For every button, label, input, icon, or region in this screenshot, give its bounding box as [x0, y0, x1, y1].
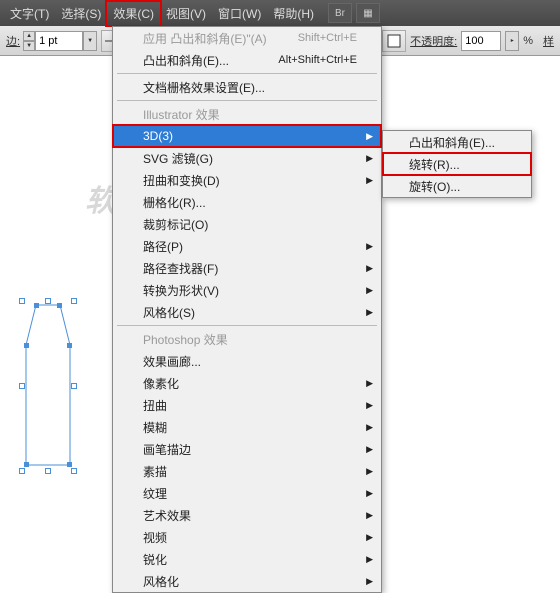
chevron-right-icon: ▶ — [366, 510, 373, 521]
layout-button[interactable]: ▦ — [356, 3, 380, 23]
chevron-right-icon: ▶ — [366, 466, 373, 477]
menu-effect[interactable]: 效果(C) — [105, 0, 162, 27]
menu-separator — [117, 100, 377, 101]
effect-menu: 应用 凸出和斜角(E)"(A) Shift+Ctrl+E 凸出和斜角(E)...… — [112, 26, 382, 593]
chevron-right-icon: ▶ — [366, 400, 373, 411]
menu-pixelate[interactable]: 像素化▶ — [113, 372, 381, 394]
menu-sharpen[interactable]: 锐化▶ — [113, 548, 381, 570]
chevron-right-icon: ▶ — [366, 576, 373, 587]
menu-distort[interactable]: 扭曲和变换(D)▶ — [113, 169, 381, 191]
menu-text[interactable]: 文字(T) — [4, 2, 55, 25]
menubar: 文字(T) 选择(S) 效果(C) 视图(V) 窗口(W) 帮助(H) Br ▦ — [0, 0, 560, 26]
more-label[interactable]: 样 — [543, 33, 554, 49]
3d-submenu: 凸出和斜角(E)... 绕转(R)... 旋转(O)... — [382, 130, 532, 198]
chevron-right-icon: ▶ — [366, 554, 373, 565]
chevron-right-icon: ▶ — [366, 307, 373, 318]
menu-rasterize[interactable]: 栅格化(R)... — [113, 191, 381, 213]
selected-shape[interactable] — [22, 301, 74, 471]
menu-blur[interactable]: 模糊▶ — [113, 416, 381, 438]
chevron-right-icon: ▶ — [366, 422, 373, 433]
square-icon — [387, 34, 401, 48]
menu-window[interactable]: 窗口(W) — [212, 2, 267, 25]
menu-distort-ps[interactable]: 扭曲▶ — [113, 394, 381, 416]
menu-separator — [117, 73, 377, 74]
section-illustrator: Illustrator 效果 — [113, 103, 381, 125]
stroke-input[interactable] — [35, 31, 83, 51]
chevron-right-icon: ▶ — [366, 285, 373, 296]
menubar-right: Br ▦ — [328, 3, 380, 23]
chevron-right-icon: ▶ — [366, 532, 373, 543]
menu-stylize-ai[interactable]: 风格化(S)▶ — [113, 301, 381, 323]
menu-video[interactable]: 视频▶ — [113, 526, 381, 548]
down-arrow-icon[interactable]: ▼ — [23, 41, 35, 51]
menu-svg-filter[interactable]: SVG 滤镜(G)▶ — [113, 147, 381, 169]
chevron-right-icon: ▶ — [366, 263, 373, 274]
up-arrow-icon[interactable]: ▲ — [23, 31, 35, 41]
menu-stylize-ps[interactable]: 风格化▶ — [113, 570, 381, 592]
chevron-right-icon: ▶ — [366, 175, 373, 186]
menu-view[interactable]: 视图(V) — [160, 2, 212, 25]
submenu-rotate[interactable]: 旋转(O)... — [383, 175, 531, 197]
menu-raster-settings[interactable]: 文档栅格效果设置(E)... — [113, 76, 381, 98]
menu-apply: 应用 凸出和斜角(E)"(A) Shift+Ctrl+E — [113, 27, 381, 49]
bridge-button[interactable]: Br — [328, 3, 352, 23]
stroke-combo[interactable]: ▲▼ ▼ — [24, 31, 97, 51]
percent-label: % — [523, 35, 533, 47]
stroke-label: 边: — [6, 33, 20, 49]
opacity-input[interactable] — [461, 31, 501, 51]
menu-select[interactable]: 选择(S) — [55, 2, 107, 25]
opacity-dropdown-icon[interactable]: ▸ — [505, 31, 519, 51]
section-photoshop: Photoshop 效果 — [113, 328, 381, 350]
menu-gallery[interactable]: 效果画廊... — [113, 350, 381, 372]
chevron-right-icon: ▶ — [366, 153, 373, 164]
chevron-right-icon: ▶ — [366, 241, 373, 252]
menu-path[interactable]: 路径(P)▶ — [113, 235, 381, 257]
menu-pathfinder[interactable]: 路径查找器(F)▶ — [113, 257, 381, 279]
menu-artistic[interactable]: 艺术效果▶ — [113, 504, 381, 526]
chevron-right-icon: ▶ — [366, 444, 373, 455]
menu-convert-shape[interactable]: 转换为形状(V)▶ — [113, 279, 381, 301]
chevron-right-icon: ▶ — [366, 488, 373, 499]
menu-cropmarks[interactable]: 裁剪标记(O) — [113, 213, 381, 235]
chevron-right-icon: ▶ — [366, 131, 373, 142]
dropdown-arrow-icon[interactable]: ▼ — [83, 31, 97, 51]
opacity-label: 不透明度: — [410, 33, 457, 49]
submenu-revolve[interactable]: 绕转(R)... — [383, 153, 531, 175]
menu-3d[interactable]: 3D(3)▶ — [113, 125, 381, 147]
menu-last-effect[interactable]: 凸出和斜角(E)... Alt+Shift+Ctrl+E — [113, 49, 381, 71]
menu-help[interactable]: 帮助(H) — [267, 2, 320, 25]
menu-sketch[interactable]: 素描▶ — [113, 460, 381, 482]
menu-brushstrokes[interactable]: 画笔描边▶ — [113, 438, 381, 460]
chevron-right-icon: ▶ — [366, 378, 373, 389]
style-button[interactable] — [382, 30, 406, 52]
menu-separator — [117, 325, 377, 326]
submenu-extrude[interactable]: 凸出和斜角(E)... — [383, 131, 531, 153]
